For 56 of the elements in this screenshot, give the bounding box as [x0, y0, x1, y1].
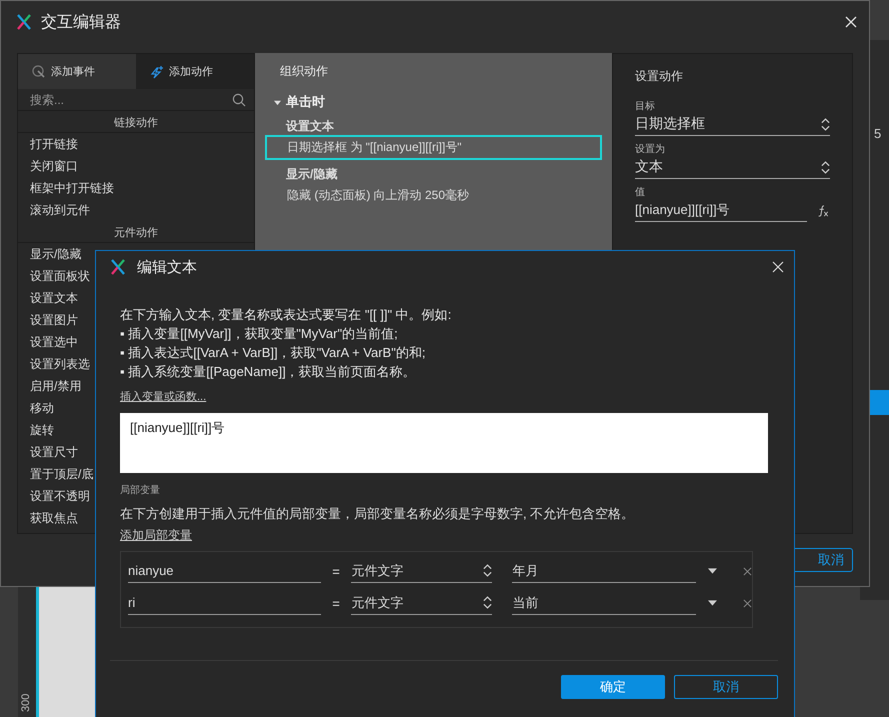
add-variable-link[interactable]: 添加局部变量 — [120, 527, 192, 544]
confirm-button[interactable]: 确定 — [561, 675, 665, 699]
field-label: 设置为 — [635, 142, 666, 156]
updown-icon — [483, 564, 492, 577]
action-name: 显示/隐藏 — [285, 166, 338, 183]
select-field[interactable]: 日期选择框 — [635, 113, 830, 136]
ruler-label: 300 — [20, 694, 32, 712]
description-text: 在下方创建用于插入元件值的局部变量，局部变量名称必须是字母数字, 不允许包含空格。 — [120, 505, 636, 523]
source-select[interactable]: 元件文字 — [351, 592, 492, 614]
close-icon[interactable] — [845, 16, 857, 28]
caret-icon[interactable] — [708, 568, 718, 574]
text-input-area[interactable]: [[nianyue]][[ri]]号 — [120, 413, 768, 473]
action-detail[interactable]: 隐藏 (动态面板) 向上滑动 250毫秒 — [265, 183, 602, 208]
equals-sign: = — [331, 564, 341, 578]
action-detail[interactable]: 日期选择框 为 "[[nianyue]][[ri]]号" — [265, 135, 602, 160]
source-select[interactable]: 元件文字 — [351, 560, 492, 582]
event-name: 单击时 — [286, 93, 325, 111]
collapse-icon[interactable] — [274, 98, 281, 106]
caret-icon[interactable] — [708, 600, 718, 606]
insert-variable-link[interactable]: 插入变量或函数... — [120, 389, 206, 404]
search-field[interactable]: 搜索... — [28, 92, 232, 108]
panel-title: 设置动作 — [635, 68, 684, 85]
property-value: 5 — [874, 126, 882, 141]
variable-name-field[interactable]: nianyue — [128, 560, 321, 582]
equals-sign: = — [331, 596, 341, 610]
panel-tab[interactable]: 添加事件 — [18, 54, 136, 89]
dialog-title: 编辑文本 — [137, 258, 198, 276]
logo-icon — [17, 14, 31, 30]
select-field[interactable]: 文本 — [635, 156, 830, 179]
section-label: 局部变量 — [120, 484, 161, 497]
action-item[interactable]: 滚动到元件 — [18, 199, 254, 221]
updown-icon — [483, 596, 492, 609]
target-select[interactable]: 当前 — [512, 592, 696, 614]
updown-icon — [821, 118, 830, 130]
action-item[interactable]: 打开链接 — [18, 133, 254, 155]
window-title: 交互编辑器 — [41, 12, 122, 32]
target-select[interactable]: 年月 — [512, 560, 696, 582]
updown-icon — [821, 160, 830, 174]
field-label: 值 — [635, 186, 646, 199]
action-item[interactable]: 框架中打开链接 — [18, 177, 254, 199]
variable-name-field[interactable]: ri — [128, 592, 321, 614]
panel-tab[interactable]: 添加动作 — [136, 54, 254, 89]
lightning-icon — [150, 64, 164, 78]
logo-icon — [111, 259, 125, 275]
panel-title: 组织动作 — [279, 63, 329, 80]
value-field[interactable]: [[nianyue]][[ri]]号 — [635, 199, 807, 222]
field-label: 目标 — [635, 100, 656, 113]
instructions-text: 在下方输入文本, 变量名称或表达式要写在 "[[ ]]" 中。例如: ▪ 插入变量[[MyVar]]，获取变量"MyVar"的当前值; ▪ 插入表达式[[VarA + VarB]]，获取"VarA + VarB"的和; ▪ 插入系统变量[[PageName]]，获取当前页面名称。 — [120, 306, 452, 381]
action-name: 设置文本 — [284, 118, 335, 135]
action-item[interactable]: 关闭窗口 — [18, 155, 254, 177]
close-icon[interactable] — [772, 261, 784, 273]
cancel-button[interactable]: 取消 — [674, 675, 778, 699]
function-icon[interactable] — [817, 204, 829, 216]
delete-icon[interactable] — [743, 598, 752, 608]
search-icon[interactable] — [232, 92, 246, 106]
delete-icon[interactable] — [743, 566, 752, 576]
